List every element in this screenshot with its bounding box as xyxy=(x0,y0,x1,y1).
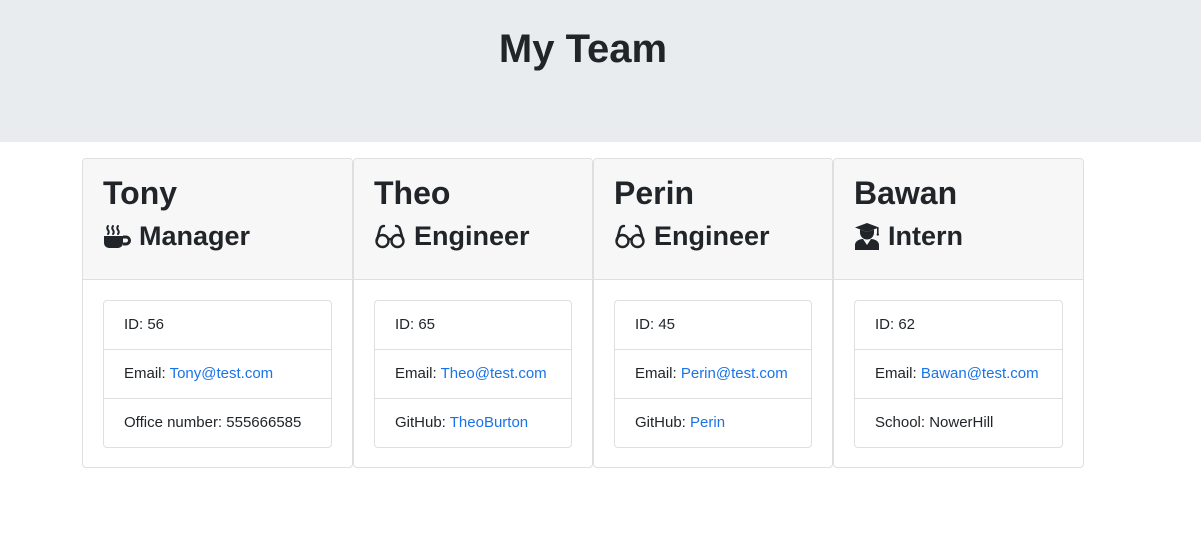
employee-role: Intern xyxy=(854,220,1083,252)
details-list: ID: 56 Email: Tony@test.com Office numbe… xyxy=(103,300,332,448)
card-header: Theo Engineer xyxy=(354,159,592,280)
card-body: ID: 65 Email: Theo@test.com GitHub: Theo… xyxy=(354,280,592,467)
office-number: Office number: 555666585 xyxy=(104,399,331,447)
role-label: Engineer xyxy=(654,221,770,251)
employee-role: Engineer xyxy=(374,220,592,252)
id-label: ID: xyxy=(395,316,419,333)
card-header: Bawan Intern xyxy=(834,159,1083,280)
employee-card-bawan: Bawan Intern ID: 62 Email: Bawan@test.co xyxy=(833,158,1084,468)
github-label: GitHub: xyxy=(395,414,450,431)
details-list: ID: 65 Email: Theo@test.com GitHub: Theo… xyxy=(374,300,572,448)
id-value: 45 xyxy=(658,316,676,333)
email-label: Email: xyxy=(635,365,681,382)
coffee-icon xyxy=(103,222,139,250)
employee-name: Bawan xyxy=(854,175,958,211)
employee-email: Email: Bawan@test.com xyxy=(855,350,1062,399)
glasses-icon xyxy=(614,223,654,249)
graduate-icon xyxy=(854,222,888,250)
employee-name: Tony xyxy=(103,175,178,211)
employee-card-theo: Theo Engineer ID: 65 Email: Theo@test.co xyxy=(353,158,593,468)
role-label: Intern xyxy=(888,221,964,251)
details-list: ID: 62 Email: Bawan@test.com School: Now… xyxy=(854,300,1063,448)
id-value: 65 xyxy=(418,316,436,333)
header-banner: My Team xyxy=(0,0,1201,142)
employee-email: Email: Theo@test.com xyxy=(375,350,571,399)
github-link[interactable]: TheoBurton xyxy=(450,414,528,431)
employee-id: ID: 56 xyxy=(104,301,331,350)
card-body: ID: 62 Email: Bawan@test.com School: Now… xyxy=(834,280,1083,467)
email-link[interactable]: Perin@test.com xyxy=(681,365,788,382)
school-label: School: xyxy=(875,414,930,431)
employee-card-tony: Tony Manager ID: 56 Email: Tony@test.com xyxy=(82,158,353,468)
card-body: ID: 45 Email: Perin@test.com GitHub: Per… xyxy=(594,280,832,467)
card-body: ID: 56 Email: Tony@test.com Office numbe… xyxy=(83,280,352,467)
email-link[interactable]: Bawan@test.com xyxy=(921,365,1039,382)
email-label: Email: xyxy=(395,365,441,382)
employee-name: Perin xyxy=(614,175,695,211)
github-account: GitHub: TheoBurton xyxy=(375,399,571,447)
school-value: NowerHill xyxy=(929,414,994,431)
role-label: Manager xyxy=(139,221,251,251)
card-header: Perin Engineer xyxy=(594,159,832,280)
role-label: Engineer xyxy=(414,221,530,251)
page-title: My Team xyxy=(498,27,668,71)
github-link[interactable]: Perin xyxy=(690,414,725,431)
employee-card-perin: Perin Engineer ID: 45 Email: Perin@test. xyxy=(593,158,833,468)
id-label: ID: xyxy=(875,316,899,333)
school: School: NowerHill xyxy=(855,399,1062,447)
glasses-icon xyxy=(374,223,414,249)
office-label: Office number: xyxy=(124,414,227,431)
email-label: Email: xyxy=(124,365,170,382)
id-value: 56 xyxy=(147,316,165,333)
email-label: Email: xyxy=(875,365,921,382)
employee-id: ID: 65 xyxy=(375,301,571,350)
employee-email: Email: Tony@test.com xyxy=(104,350,331,399)
employee-id: ID: 45 xyxy=(615,301,811,350)
employee-role: Engineer xyxy=(614,220,832,252)
id-label: ID: xyxy=(124,316,148,333)
id-label: ID: xyxy=(635,316,659,333)
employee-id: ID: 62 xyxy=(855,301,1062,350)
email-link[interactable]: Theo@test.com xyxy=(441,365,547,382)
card-header: Tony Manager xyxy=(83,159,352,280)
github-label: GitHub: xyxy=(635,414,691,431)
employee-email: Email: Perin@test.com xyxy=(615,350,811,399)
id-value: 62 xyxy=(898,316,916,333)
employee-name: Theo xyxy=(374,175,451,211)
details-list: ID: 45 Email: Perin@test.com GitHub: Per… xyxy=(614,300,812,448)
employee-role: Manager xyxy=(103,220,352,252)
office-value: 555666585 xyxy=(226,414,302,431)
email-link[interactable]: Tony@test.com xyxy=(170,365,274,382)
github-account: GitHub: Perin xyxy=(615,399,811,447)
